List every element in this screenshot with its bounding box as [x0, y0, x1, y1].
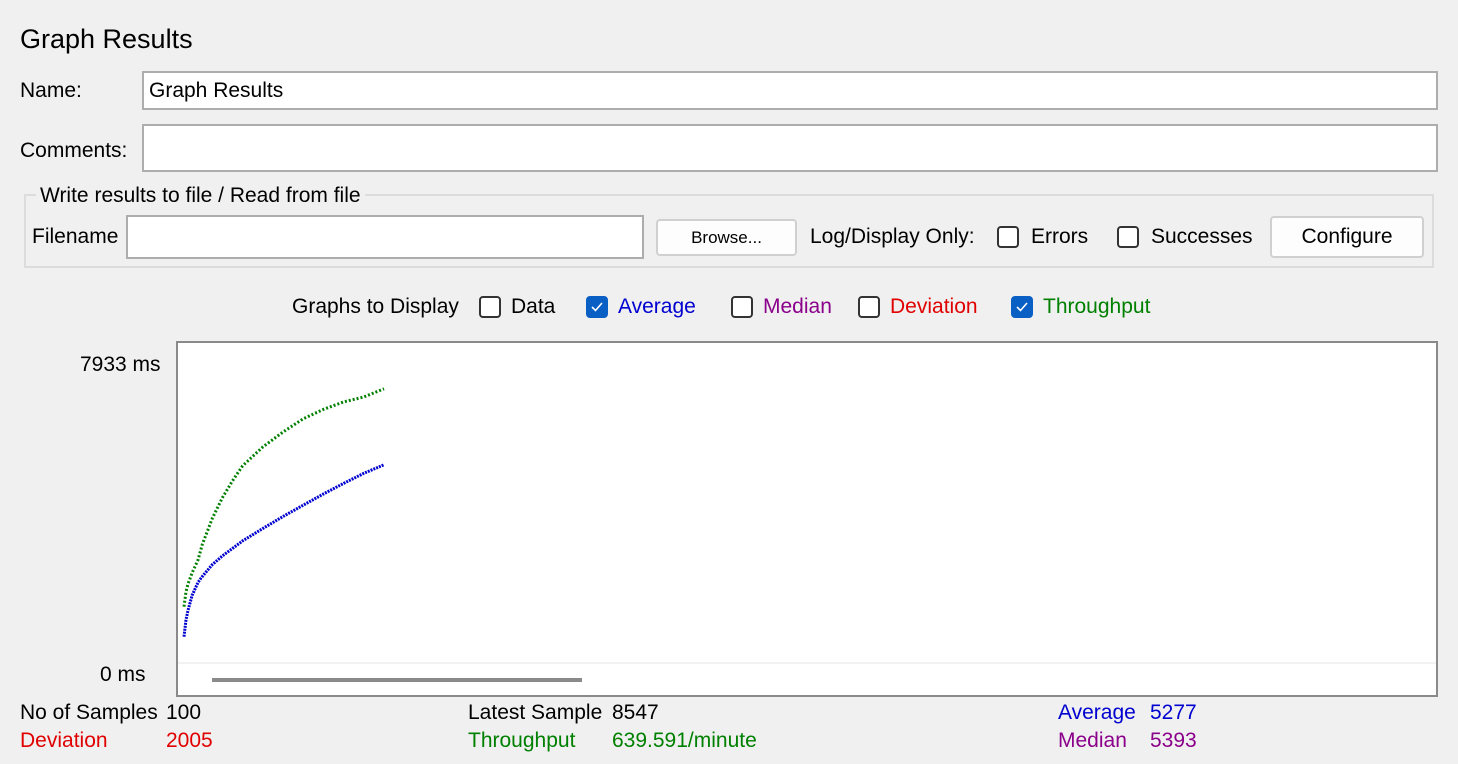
graph-panel: [176, 341, 1438, 697]
throughput-checkbox[interactable]: [1011, 296, 1033, 318]
graph-option-throughput[interactable]: Throughput: [1011, 295, 1150, 319]
average-stat-label: Average: [1058, 701, 1136, 724]
data-option-label: Data: [511, 295, 556, 318]
samples-value: 100: [166, 701, 202, 724]
graphs-to-display-label: Graphs to Display: [292, 295, 459, 318]
successes-checkbox-group[interactable]: Successes: [1117, 225, 1253, 249]
browse-button[interactable]: Browse...: [656, 219, 797, 256]
median-stat-value: 5393: [1150, 729, 1197, 752]
average-checkbox[interactable]: [586, 296, 608, 318]
y-axis-min-label: 0 ms: [100, 663, 146, 686]
errors-checkbox[interactable]: [997, 226, 1019, 248]
page-title: Graph Results: [20, 24, 193, 54]
errors-checkbox-group[interactable]: Errors: [997, 225, 1088, 249]
y-axis-max-label: 7933 ms: [80, 353, 161, 376]
check-icon: [1016, 302, 1028, 312]
graph-option-data[interactable]: Data: [479, 295, 555, 319]
latest-sample-value: 8547: [612, 701, 659, 724]
graph-option-deviation[interactable]: Deviation: [858, 295, 978, 319]
throughput-stat-label: Throughput: [468, 729, 576, 752]
median-checkbox[interactable]: [731, 296, 753, 318]
log-display-only-label: Log/Display Only:: [810, 225, 975, 248]
throughput-stat-value: 639.591/minute: [612, 729, 757, 752]
deviation-stat-label: Deviation: [20, 729, 108, 752]
throughput-option-label: Throughput: [1043, 295, 1151, 318]
name-input[interactable]: [142, 71, 1438, 110]
samples-label: No of Samples: [20, 701, 158, 724]
series-layer: [182, 387, 385, 637]
successes-checkbox[interactable]: [1117, 226, 1139, 248]
name-label: Name:: [20, 79, 82, 102]
latest-sample-label: Latest Sample: [468, 701, 603, 724]
data-checkbox[interactable]: [479, 296, 501, 318]
successes-label: Successes: [1151, 225, 1253, 248]
series-throughput-line: [182, 387, 385, 607]
graph-canvas: [178, 387, 1436, 682]
average-stat-value: 5277: [1150, 701, 1197, 724]
check-icon: [591, 302, 603, 312]
deviation-option-label: Deviation: [890, 295, 978, 318]
filename-input[interactable]: [126, 215, 644, 259]
deviation-checkbox[interactable]: [858, 296, 880, 318]
errors-label: Errors: [1031, 225, 1089, 248]
file-group-title: Write results to file / Read from file: [36, 184, 365, 208]
graph-option-median[interactable]: Median: [731, 295, 832, 319]
median-option-label: Median: [763, 295, 832, 318]
deviation-stat-value: 2005: [166, 729, 213, 752]
series-average-line: [182, 463, 385, 637]
configure-button[interactable]: Configure: [1270, 216, 1424, 258]
comments-input[interactable]: [142, 124, 1438, 172]
average-option-label: Average: [618, 295, 696, 318]
filename-label: Filename: [32, 225, 118, 248]
comments-label: Comments:: [20, 139, 128, 162]
median-stat-label: Median: [1058, 729, 1127, 752]
graph-option-average[interactable]: Average: [586, 295, 696, 319]
